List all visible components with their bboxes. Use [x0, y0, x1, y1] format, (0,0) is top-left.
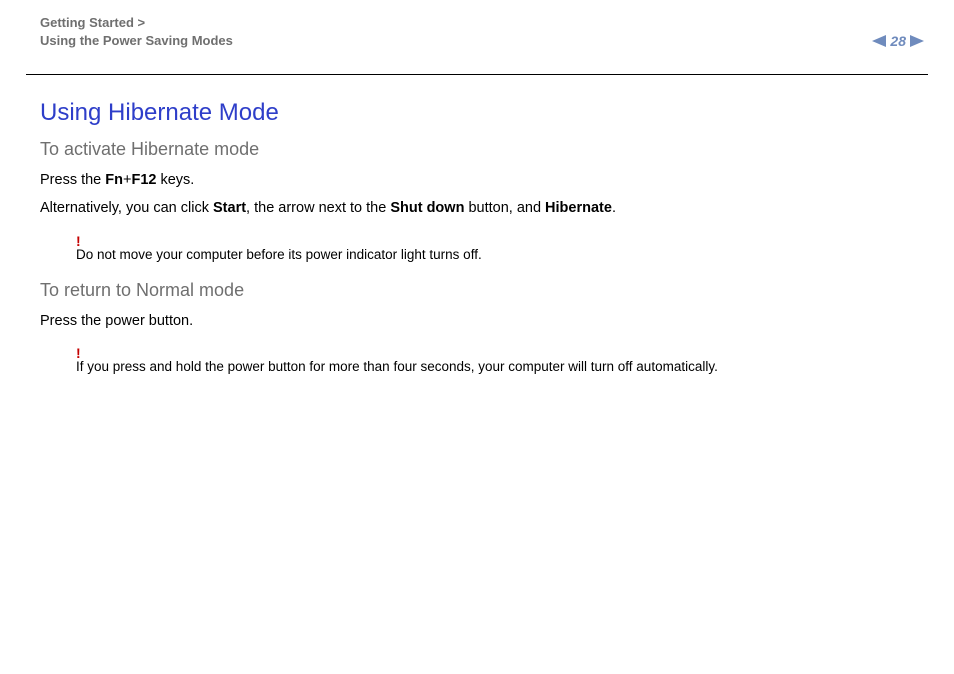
next-page-icon[interactable]: [910, 35, 924, 47]
section1-para2: Alternatively, you can click Start, the …: [40, 198, 914, 218]
text-bold: Hibernate: [545, 200, 612, 216]
section1-heading: To activate Hibernate mode: [40, 139, 914, 160]
page-number: 28: [890, 33, 906, 49]
text: , the arrow next to the: [246, 200, 390, 216]
breadcrumb: Getting Started > Using the Power Saving…: [40, 14, 914, 49]
text-bold: Shut down: [390, 200, 464, 216]
section2-heading: To return to Normal mode: [40, 280, 914, 301]
breadcrumb-line1: Getting Started >: [40, 15, 145, 30]
text: Press the: [40, 172, 105, 188]
breadcrumb-line2: Using the Power Saving Modes: [40, 33, 233, 48]
note-text: Do not move your computer before its pow…: [76, 247, 482, 262]
section1-para1: Press the Fn+F12 keys.: [40, 170, 914, 190]
text: .: [612, 200, 616, 216]
text-bold: Fn: [105, 172, 123, 188]
text: keys.: [156, 172, 194, 188]
page-title: Using Hibernate Mode: [40, 99, 914, 127]
text-bold: Start: [213, 200, 246, 216]
section2-note: ! If you press and hold the power button…: [76, 345, 914, 374]
text-bold: F12: [131, 172, 156, 188]
section1-note: ! Do not move your computer before its p…: [76, 233, 914, 262]
page: Getting Started > Using the Power Saving…: [0, 0, 954, 674]
text: button, and: [464, 200, 545, 216]
content-area: Using Hibernate Mode To activate Hiberna…: [0, 75, 954, 374]
prev-page-icon[interactable]: [872, 35, 886, 47]
page-header: Getting Started > Using the Power Saving…: [0, 0, 954, 74]
note-text: If you press and hold the power button f…: [76, 359, 718, 374]
page-nav: 28: [872, 33, 924, 49]
section2-para1: Press the power button.: [40, 311, 914, 331]
text: Alternatively, you can click: [40, 200, 213, 216]
